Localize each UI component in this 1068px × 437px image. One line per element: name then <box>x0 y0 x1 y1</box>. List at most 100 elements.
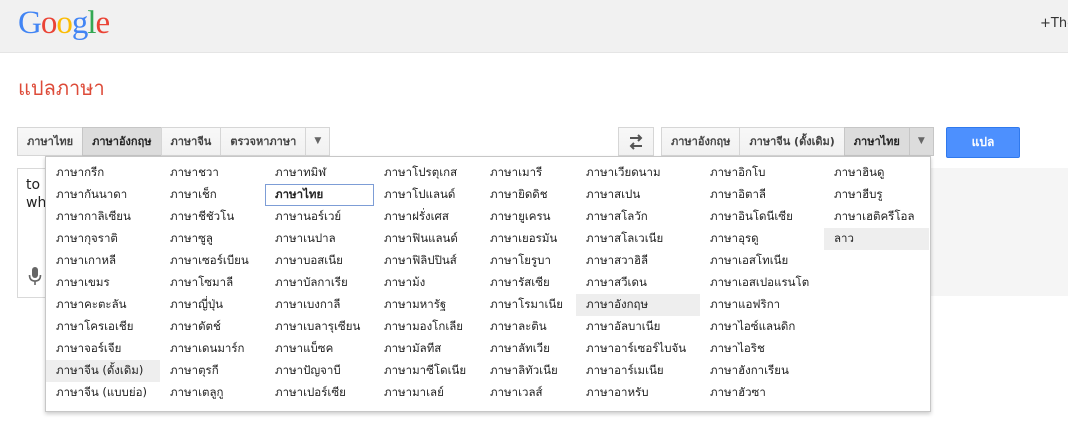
language-menu-item[interactable]: ภาษาเซอร์เบียน <box>160 250 265 272</box>
language-menu-item[interactable]: ภาษาอังกฤษ <box>576 294 700 316</box>
language-menu-item[interactable]: ภาษาเมารี <box>480 162 576 184</box>
language-menu-item[interactable]: ภาษาชีชัวโน <box>160 206 265 228</box>
language-menu-item[interactable]: ภาษาดัตช์ <box>160 316 265 338</box>
logo-letter: l <box>87 5 96 41</box>
language-menu-item[interactable]: ภาษาเวลส์ <box>480 382 576 404</box>
language-menu-item[interactable]: ภาษาสวีเดน <box>576 272 700 294</box>
source-lang-detect[interactable]: ตรวจหาภาษา <box>220 127 307 156</box>
language-menu-item[interactable]: ภาษาเนปาล <box>265 228 374 250</box>
language-menu-item[interactable]: ภาษากรีก <box>46 162 160 184</box>
target-lang-thai[interactable]: ภาษาไทย <box>843 127 910 156</box>
language-menu-item[interactable]: ภาษาญี่ปุ่น <box>160 294 265 316</box>
language-menu-item[interactable]: ภาษาแอฟริกา <box>700 294 824 316</box>
language-menu-item[interactable]: ภาษาโครเอเชีย <box>46 316 160 338</box>
language-menu-item[interactable]: ภาษาฮีบรู <box>824 184 929 206</box>
language-menu-item[interactable]: ภาษาสวาฮิลี <box>576 250 700 272</box>
language-menu-item[interactable]: ภาษาจีน (ดั้งเดิม) <box>46 360 160 382</box>
language-menu-item[interactable]: ภาษาเดนมาร์ก <box>160 338 265 360</box>
language-menu-item[interactable]: ภาษาไอริช <box>700 338 824 360</box>
language-menu-item[interactable]: ภาษาเอสเปอแรนโต <box>700 272 824 294</box>
language-menu-item[interactable]: ภาษาเช็ก <box>160 184 265 206</box>
language-menu-item[interactable]: ภาษาฟิลิปปินส์ <box>374 250 480 272</box>
language-menu-item[interactable]: ภาษาโรมาเนีย <box>480 294 576 316</box>
language-menu-item[interactable]: ภาษารัสเซีย <box>480 272 576 294</box>
language-menu-item[interactable]: ภาษาเกาหลี <box>46 250 160 272</box>
language-menu-item[interactable]: ภาษาโปแลนด์ <box>374 184 480 206</box>
language-menu-item[interactable]: ภาษากุจราติ <box>46 228 160 250</box>
result-area <box>929 168 1068 296</box>
language-menu-item[interactable]: ภาษาบัลกาเรีย <box>265 272 374 294</box>
language-menu-item[interactable]: ภาษาสเปน <box>576 184 700 206</box>
language-menu-item[interactable]: ภาษาตุรกี <box>160 360 265 382</box>
language-menu-item[interactable]: ภาษาฮังกาเรียน <box>700 360 824 382</box>
language-menu-item[interactable]: ภาษาไอซ์แลนดิก <box>700 316 824 338</box>
logo-letter: G <box>18 5 42 41</box>
language-menu-item[interactable]: ภาษาโซมาลี <box>160 272 265 294</box>
language-menu-item[interactable]: ภาษาฮินดู <box>824 162 929 184</box>
language-menu-item[interactable]: ภาษานอร์เวย์ <box>265 206 374 228</box>
language-menu-item[interactable]: ภาษาอิตาลี <box>700 184 824 206</box>
language-menu-item[interactable]: ภาษาจอร์เจีย <box>46 338 160 360</box>
language-menu-item[interactable]: ภาษาคะตะลัน <box>46 294 160 316</box>
language-menu-item[interactable]: ภาษาเฮติครีโอล <box>824 206 929 228</box>
language-menu-item[interactable]: ภาษาอาหรับ <box>576 382 700 404</box>
language-menu-item[interactable]: ภาษาอาร์เซอร์ไบจัน <box>576 338 700 360</box>
swap-languages-button[interactable] <box>618 127 654 156</box>
language-menu-item[interactable]: ภาษายูเครน <box>480 206 576 228</box>
source-lang-english[interactable]: ภาษาอังกฤษ <box>82 127 162 156</box>
language-menu-item[interactable]: ภาษามัลทีส <box>374 338 480 360</box>
language-menu-item[interactable]: ภาษามองโกเลีย <box>374 316 480 338</box>
language-menu-item[interactable]: ภาษาสโลวัก <box>576 206 700 228</box>
language-menu-item[interactable]: ภาษาแบ็ซค <box>265 338 374 360</box>
language-menu-item[interactable]: ภาษาเบงกาลี <box>265 294 374 316</box>
language-menu-item[interactable]: ภาษาสโลเวเนีย <box>576 228 700 250</box>
language-menu-item[interactable]: ภาษาอาร์เมเนีย <box>576 360 700 382</box>
language-menu-item[interactable]: ภาษาม้ง <box>374 272 480 294</box>
language-menu-item[interactable]: ภาษาฮัวซา <box>700 382 824 404</box>
language-menu-item[interactable]: ลาว <box>824 228 929 250</box>
microphone-icon[interactable] <box>28 266 42 286</box>
language-menu-item[interactable]: ภาษาเวียดนาม <box>576 162 700 184</box>
language-menu-item[interactable]: ภาษาทมิฬ <box>265 162 374 184</box>
language-menu-item[interactable]: ภาษาลิทัวเนีย <box>480 360 576 382</box>
language-menu-item[interactable]: ภาษาอิกโบ <box>700 162 824 184</box>
language-menu-item[interactable]: ภาษาปัญจาบี <box>265 360 374 382</box>
logo-letter: g <box>71 5 88 41</box>
translate-button[interactable]: แปล <box>946 127 1020 158</box>
language-menu-item[interactable]: ภาษายิดดิช <box>480 184 576 206</box>
language-menu-item[interactable]: ภาษามาซีโดเนีย <box>374 360 480 382</box>
language-menu-item[interactable]: ภาษากาลิเซียน <box>46 206 160 228</box>
language-menu-item[interactable]: ภาษาอุรดู <box>700 228 824 250</box>
language-menu-item[interactable]: ภาษาอัลบาเนีย <box>576 316 700 338</box>
target-lang-dropdown[interactable]: ▼ <box>908 127 934 156</box>
google-logo[interactable]: Google <box>18 5 111 42</box>
target-lang-chinese-traditional[interactable]: ภาษาจีน (ดั้งเดิม) <box>739 127 845 156</box>
source-lang-chinese[interactable]: ภาษาจีน <box>160 127 222 156</box>
language-menu-item[interactable]: ภาษาจีน (แบบย่อ) <box>46 382 160 404</box>
language-menu-item[interactable]: ภาษาเบลารุเซียน <box>265 316 374 338</box>
language-menu-item[interactable]: ภาษาไทย <box>265 184 374 206</box>
language-menu-item[interactable]: ภาษาเยอรมัน <box>480 228 576 250</box>
language-menu-item[interactable]: ภาษาเตลูกู <box>160 382 265 404</box>
language-menu-item[interactable]: ภาษาลัทเวีย <box>480 338 576 360</box>
language-menu-item[interactable]: ภาษาฟินแลนด์ <box>374 228 480 250</box>
google-plus-link[interactable]: +The <box>1040 16 1068 31</box>
language-menu-item[interactable]: ภาษากันนาดา <box>46 184 160 206</box>
source-lang-thai[interactable]: ภาษาไทย <box>17 127 84 156</box>
language-menu-item[interactable]: ภาษามาเลย์ <box>374 382 480 404</box>
language-menu-item[interactable]: ภาษาฝรั่งเศส <box>374 206 480 228</box>
source-lang-dropdown[interactable]: ▼ <box>305 127 331 156</box>
language-menu-item[interactable]: ภาษาบอสเนีย <box>265 250 374 272</box>
language-menu-item[interactable]: ภาษาอินโดนีเซีย <box>700 206 824 228</box>
language-menu-item[interactable]: ภาษามหารัฐ <box>374 294 480 316</box>
language-menu-item[interactable]: ภาษาโปรตุเกส <box>374 162 480 184</box>
language-menu-item[interactable]: ภาษาเอสโทเนีย <box>700 250 824 272</box>
language-menu-item[interactable]: ภาษาเปอร์เซีย <box>265 382 374 404</box>
language-menu-item[interactable]: ภาษาเขมร <box>46 272 160 294</box>
language-menu-item[interactable]: ภาษาละติน <box>480 316 576 338</box>
language-menu-item[interactable]: ภาษาซูลู <box>160 228 265 250</box>
language-menu-item[interactable]: ภาษาชวา <box>160 162 265 184</box>
language-menu-item[interactable]: ภาษาโยรูบา <box>480 250 576 272</box>
logo-letter: e <box>95 5 111 41</box>
target-lang-english[interactable]: ภาษาอังกฤษ <box>661 127 741 156</box>
